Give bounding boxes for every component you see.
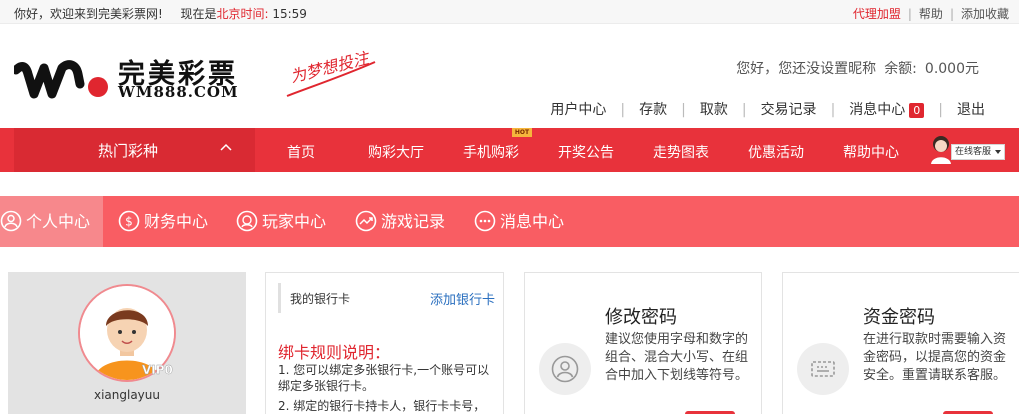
tab-message-center-label: 消息中心 — [500, 212, 565, 231]
nav-draw-results[interactable]: 开奖公告 — [558, 142, 614, 162]
hot-tag: HOT — [512, 128, 532, 137]
keyboard-icon — [811, 361, 835, 377]
tab-finance-center[interactable]: $ 财务中心 — [118, 196, 218, 247]
slogan: 为梦想投注 — [283, 46, 383, 106]
bind-rules-title: 绑卡规则说明： — [278, 343, 391, 362]
balance-value: 0.000元 — [924, 61, 979, 77]
bind-rule-1: 1. 您可以绑定多张银行卡,一个账号可以绑定多张银行卡。 — [278, 363, 490, 393]
tab-personal-center[interactable]: 个人中心 — [0, 196, 103, 247]
change-password-desc: 建议您使用字母和数字的组合、混合大小写、在组合中加入下划线等符号。 — [605, 332, 749, 383]
add-bank-card-link[interactable]: 添加银行卡 — [430, 289, 495, 308]
user-outline-icon — [551, 355, 579, 383]
nav-help-center[interactable]: 帮助中心 — [843, 142, 899, 162]
more-dots-icon — [474, 210, 496, 232]
nav-home[interactable]: 首页 — [287, 142, 315, 162]
change-password-title: 修改密码 — [605, 307, 677, 328]
tab-game-records-label: 游戏记录 — [381, 212, 446, 231]
bind-rule-2: 2. 绑定的银行卡持卡人，银行卡卡号， — [278, 399, 486, 413]
tab-finance-center-label: 财务中心 — [144, 212, 209, 231]
service-agent-icon — [931, 136, 951, 164]
change-password-card[interactable]: 修改密码 建议您使用字母和数字的组合、混合大小写、在组合中加入下划线等符号。 — [524, 272, 762, 414]
fund-password-card[interactable]: 资金密码 在进行取款时需要输入资金密码，以提高您的资金安全。重置请联系客服。 — [782, 272, 1019, 414]
logo-domain: WM888.COM — [118, 83, 239, 101]
welcome-message: 你好，欢迎来到完美彩票网! — [14, 7, 163, 21]
nav-trend-charts[interactable]: 走势图表 — [653, 142, 709, 162]
main-nav: 热门彩种 首页 购彩大厅 手机购彩 HOT 开奖公告 走势图表 优惠活动 帮助中… — [0, 128, 1019, 172]
hot-lottery-label: 热门彩种 — [98, 142, 159, 160]
top-links: 代理加盟 | 帮助 | 添加收藏 — [852, 7, 1009, 21]
transaction-records-link[interactable]: 交易记录 — [761, 102, 817, 118]
caret-down-icon — [995, 150, 1001, 154]
trend-icon — [355, 210, 377, 232]
balance-label: 余额: — [884, 61, 917, 77]
hot-lottery-dropdown[interactable]: 热门彩种 — [14, 128, 255, 172]
user-info: 您好，您还没设置昵称 余额: 0.000元 — [736, 58, 979, 78]
logo-mark-icon — [14, 60, 108, 99]
bank-card-panel: 我的银行卡 添加银行卡 绑卡规则说明： 1. 您可以绑定多张银行卡,一个账号可以… — [265, 272, 504, 414]
top-bar: 你好，欢迎来到完美彩票网! 现在是北京时间: 15:59 代理加盟 | 帮助 | 添加收… — [0, 0, 1019, 24]
welcome-text: 你好，欢迎来到完美彩票网! 现在是北京时间: 15:59 — [14, 5, 307, 22]
bank-card-header: 我的银行卡 添加银行卡 — [278, 283, 497, 313]
nickname-notice[interactable]: 您还没设置昵称 — [778, 61, 876, 77]
user-nav: 用户中心 | 存款 | 取款 | 交易记录 | 消息中心 0 | 退出 — [550, 102, 985, 118]
message-center-label: 消息中心 — [849, 102, 906, 118]
online-service-label: 在线客服 — [955, 147, 992, 157]
fund-password-desc: 在进行取款时需要输入资金密码，以提高您的资金安全。重置请联系客服。 — [863, 332, 1007, 383]
help-link[interactable]: 帮助 — [919, 7, 943, 21]
online-service[interactable]: 在线客服 — [930, 134, 1006, 164]
nav-lottery-hall[interactable]: 购彩大厅 — [368, 142, 424, 162]
online-service-button[interactable]: 在线客服 — [951, 144, 1005, 160]
logout-link[interactable]: 退出 — [957, 102, 985, 118]
vip-level: VIP0 — [142, 363, 173, 377]
deposit-link[interactable]: 存款 — [639, 102, 667, 118]
tab-game-records[interactable]: 游戏记录 — [355, 196, 455, 247]
account-sub-nav: 个人中心 $ 财务中心 玩家中心 游戏记录 消息中心 — [0, 196, 1019, 247]
user-greeting: 您好， — [736, 61, 779, 77]
tab-message-center[interactable]: 消息中心 — [474, 196, 574, 247]
agent-join-link[interactable]: 代理加盟 — [853, 7, 901, 21]
chevron-up-icon — [220, 143, 232, 151]
nav-promotions[interactable]: 优惠活动 — [748, 142, 804, 162]
keyboard-icon-wrap — [797, 343, 849, 395]
message-count-badge: 0 — [909, 103, 925, 118]
current-time: 15:59 — [272, 7, 307, 21]
header: 完美彩票 WM888.COM 为梦想投注 您好，您还没设置昵称 余额: 0.000元… — [0, 24, 1019, 128]
tab-personal-center-label: 个人中心 — [26, 212, 91, 231]
username: xianglayuu — [93, 388, 160, 402]
user-center-link[interactable]: 用户中心 — [550, 102, 606, 118]
bank-card-title: 我的银行卡 — [290, 292, 351, 306]
dollar-circle-icon: $ — [118, 210, 140, 232]
svg-text:$: $ — [125, 215, 133, 229]
time-label: 北京时间: — [216, 7, 269, 21]
message-center-link[interactable]: 消息中心 0 — [849, 102, 925, 118]
add-favorite-link[interactable]: 添加收藏 — [961, 7, 1009, 21]
profile-card: VIP0 xianglayuu — [8, 272, 246, 414]
user-circle-icon — [0, 210, 22, 232]
time-prefix: 现在是 — [180, 7, 217, 21]
fund-password-title: 资金密码 — [863, 307, 935, 328]
nav-mobile-lottery[interactable]: 手机购彩 — [463, 142, 519, 162]
withdraw-link[interactable]: 取款 — [700, 102, 728, 118]
site-logo[interactable]: 完美彩票 WM888.COM — [14, 52, 254, 102]
tab-player-center-label: 玩家中心 — [262, 212, 327, 231]
tab-player-center[interactable]: 玩家中心 — [236, 196, 336, 247]
user-outline-icon-wrap — [539, 343, 591, 395]
player-icon — [236, 210, 258, 232]
